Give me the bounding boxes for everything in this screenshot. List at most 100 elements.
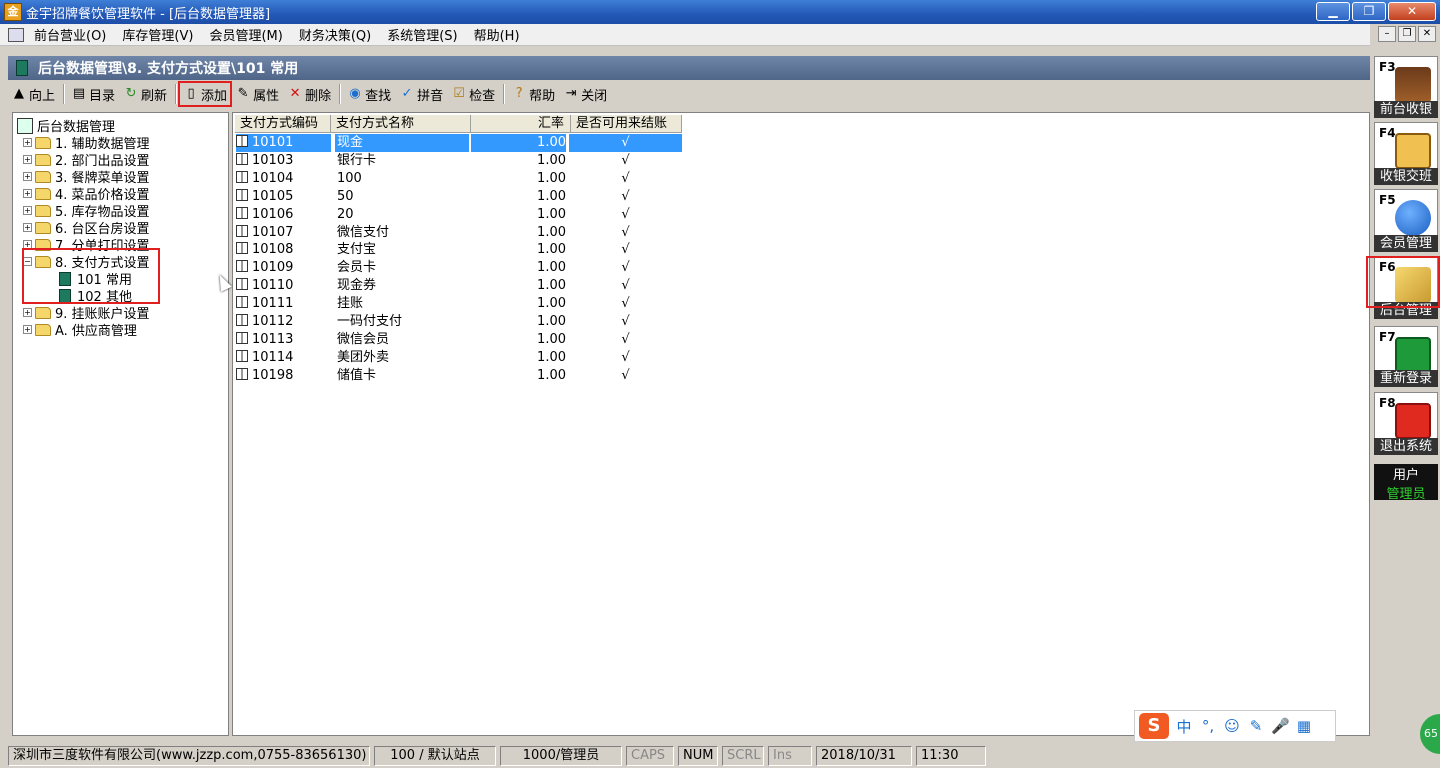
- cell-checkout: √: [621, 170, 630, 186]
- tree-node-account[interactable]: +9. 挂账账户设置: [23, 304, 150, 322]
- table-row[interactable]: 10103 银行卡 1.00 √: [236, 152, 683, 170]
- folder-up-icon: ▲: [14, 86, 24, 101]
- column-header-name[interactable]: 支付方式名称: [331, 115, 471, 133]
- expand-icon[interactable]: +: [23, 189, 32, 198]
- cell-name: 支付宝: [337, 242, 377, 258]
- status-caps: CAPS: [626, 746, 674, 766]
- menu-members[interactable]: 会员管理(M): [201, 25, 290, 44]
- cell-rate: 1.00: [471, 134, 566, 152]
- column-header-rate[interactable]: 汇率: [471, 115, 571, 133]
- table-row[interactable]: 10106 20 1.00 √: [236, 206, 683, 224]
- status-bar: 深圳市三度软件有限公司(www.jzzp.com,0755-83656130) …: [0, 744, 1440, 768]
- mdi-restore-button[interactable]: ❐: [1398, 26, 1416, 42]
- members-icon: [1395, 200, 1431, 236]
- refresh-button[interactable]: ↻ 刷新: [120, 83, 170, 105]
- menu-system[interactable]: 系统管理(S): [379, 25, 465, 44]
- help-icon: ?: [515, 86, 523, 101]
- table-row[interactable]: 10101 现金 1.00 √: [236, 134, 683, 152]
- menu-inventory[interactable]: 库存管理(V): [114, 25, 201, 44]
- table-row[interactable]: 10111 挂账 1.00 √: [236, 295, 683, 313]
- function-key-panel: F3 前台收银 F4 收银交班 F5 会员管理 F6 后台管理 F7 重新登录 …: [1372, 48, 1440, 764]
- folder-icon: [35, 153, 51, 166]
- app-icon: 金: [4, 3, 22, 21]
- directory-button[interactable]: ▤ 目录: [68, 83, 118, 105]
- up-button[interactable]: ▲ 向上: [8, 83, 58, 105]
- user-title: 用户: [1392, 468, 1419, 483]
- table-row[interactable]: 10104 100 1.00 √: [236, 170, 683, 188]
- properties-icon: ✎: [237, 86, 249, 101]
- folder-icon: [35, 204, 51, 217]
- menu-front-business[interactable]: 前台营业(O): [26, 25, 114, 44]
- expand-icon[interactable]: +: [23, 308, 32, 317]
- navigation-tree: 后台数据管理 +1. 辅助数据管理 +2. 部门出品设置 +3. 餐牌菜单设置 …: [12, 112, 229, 736]
- ime-toolbar: S 中 °, ☺ ✎ 🎤 ▦: [1134, 710, 1336, 742]
- cell-name: 微信支付: [337, 224, 390, 240]
- help-button[interactable]: ? 帮助: [508, 83, 558, 105]
- ime-emoji-icon[interactable]: ☺: [1223, 717, 1241, 735]
- table-row[interactable]: 10109 会员卡 1.00 √: [236, 259, 683, 277]
- check-button[interactable]: ☑ 检查: [448, 83, 498, 105]
- grid-row-icon: [236, 135, 248, 147]
- cell-rate: 1.00: [537, 260, 566, 276]
- delete-icon: ✕: [289, 86, 301, 101]
- f8-label: 退出系统: [1374, 438, 1438, 455]
- ime-toolbox-icon[interactable]: ▦: [1295, 717, 1313, 735]
- table-row[interactable]: 10107 微信支付 1.00 √: [236, 224, 683, 242]
- add-button[interactable]: ▯ 添加: [178, 81, 233, 107]
- expand-icon[interactable]: +: [23, 138, 32, 147]
- tree-node-menu[interactable]: +3. 餐牌菜单设置: [23, 168, 150, 186]
- column-header-checkout[interactable]: 是否可用来结账: [571, 115, 682, 133]
- properties-button[interactable]: ✎ 属性: [232, 83, 282, 105]
- pinyin-button[interactable]: ✓ 拼音: [396, 83, 446, 105]
- table-row[interactable]: 10113 微信会员 1.00 √: [236, 331, 683, 349]
- find-button[interactable]: ◉ 查找: [344, 83, 394, 105]
- cell-checkout: √: [621, 296, 630, 312]
- payment-methods-table: 支付方式编码 支付方式名称 汇率 是否可用来结账 10101 现金 1.00 √ 101…: [232, 112, 1370, 736]
- tree-node-price[interactable]: +4. 菜品价格设置: [23, 185, 150, 203]
- title-bar: 金 金宇招牌餐饮管理软件 - [后台数据管理器] ▁ ❐ ✕: [0, 0, 1440, 24]
- sogou-logo-icon[interactable]: S: [1139, 713, 1169, 739]
- table-row[interactable]: 10108 支付宝 1.00 √: [236, 241, 683, 259]
- ime-handwriting-icon[interactable]: ✎: [1247, 717, 1265, 735]
- maximize-button[interactable]: ❐: [1352, 2, 1386, 21]
- tree-node-dept[interactable]: +2. 部门出品设置: [23, 151, 150, 169]
- cell-name: 美团外卖: [337, 349, 390, 365]
- toolbar-separator: [339, 84, 342, 104]
- cell-checkout: √: [569, 134, 682, 152]
- expand-icon[interactable]: +: [23, 223, 32, 232]
- menu-help[interactable]: 帮助(H): [466, 25, 528, 44]
- tree-node-tables[interactable]: +6. 台区台房设置: [23, 219, 150, 237]
- tree-node-supplier[interactable]: + A. 供应商管理: [23, 321, 137, 339]
- expand-icon[interactable]: +: [23, 155, 32, 164]
- ime-punctuation-icon[interactable]: °,: [1199, 717, 1217, 735]
- ime-voice-icon[interactable]: 🎤: [1271, 717, 1290, 735]
- cell-rate: 1.00: [537, 152, 566, 168]
- table-row[interactable]: 10105 50 1.00 √: [236, 188, 683, 206]
- tree-root[interactable]: 后台数据管理: [17, 117, 115, 135]
- expand-icon[interactable]: +: [23, 172, 32, 181]
- menu-finance[interactable]: 财务决策(Q): [291, 25, 379, 44]
- expand-icon[interactable]: +: [23, 206, 32, 215]
- ime-chinese-mode[interactable]: 中: [1175, 716, 1193, 737]
- grid-row-icon: [236, 224, 248, 237]
- tree-node-aux-data[interactable]: +1. 辅助数据管理: [23, 134, 150, 152]
- table-row[interactable]: 10110 现金券 1.00 √: [236, 277, 683, 295]
- cell-rate: 1.00: [537, 367, 566, 383]
- close-button[interactable]: ⇥ 关闭: [560, 83, 610, 105]
- delete-button[interactable]: ✕ 删除: [284, 83, 334, 105]
- tree-node-stock[interactable]: +5. 库存物品设置: [23, 202, 150, 220]
- grid-row-icon: [236, 331, 248, 344]
- column-header-code[interactable]: 支付方式编码: [235, 115, 331, 133]
- expand-icon[interactable]: +: [23, 325, 32, 334]
- close-window-button[interactable]: ✕: [1388, 2, 1436, 21]
- cell-code: 10108: [236, 241, 331, 259]
- mdi-minimize-button[interactable]: –: [1378, 26, 1396, 42]
- table-row[interactable]: 10112 一码付支付 1.00 √: [236, 313, 683, 331]
- system-menu-icon[interactable]: [8, 27, 24, 42]
- table-row[interactable]: 10198 储值卡 1.00 √: [236, 367, 683, 385]
- cell-name: 现金: [335, 134, 469, 152]
- minimize-button[interactable]: ▁: [1316, 2, 1350, 21]
- table-row[interactable]: 10114 美团外卖 1.00 √: [236, 349, 683, 367]
- directory-icon: ▤: [72, 86, 86, 101]
- mdi-close-button[interactable]: ✕: [1418, 26, 1436, 42]
